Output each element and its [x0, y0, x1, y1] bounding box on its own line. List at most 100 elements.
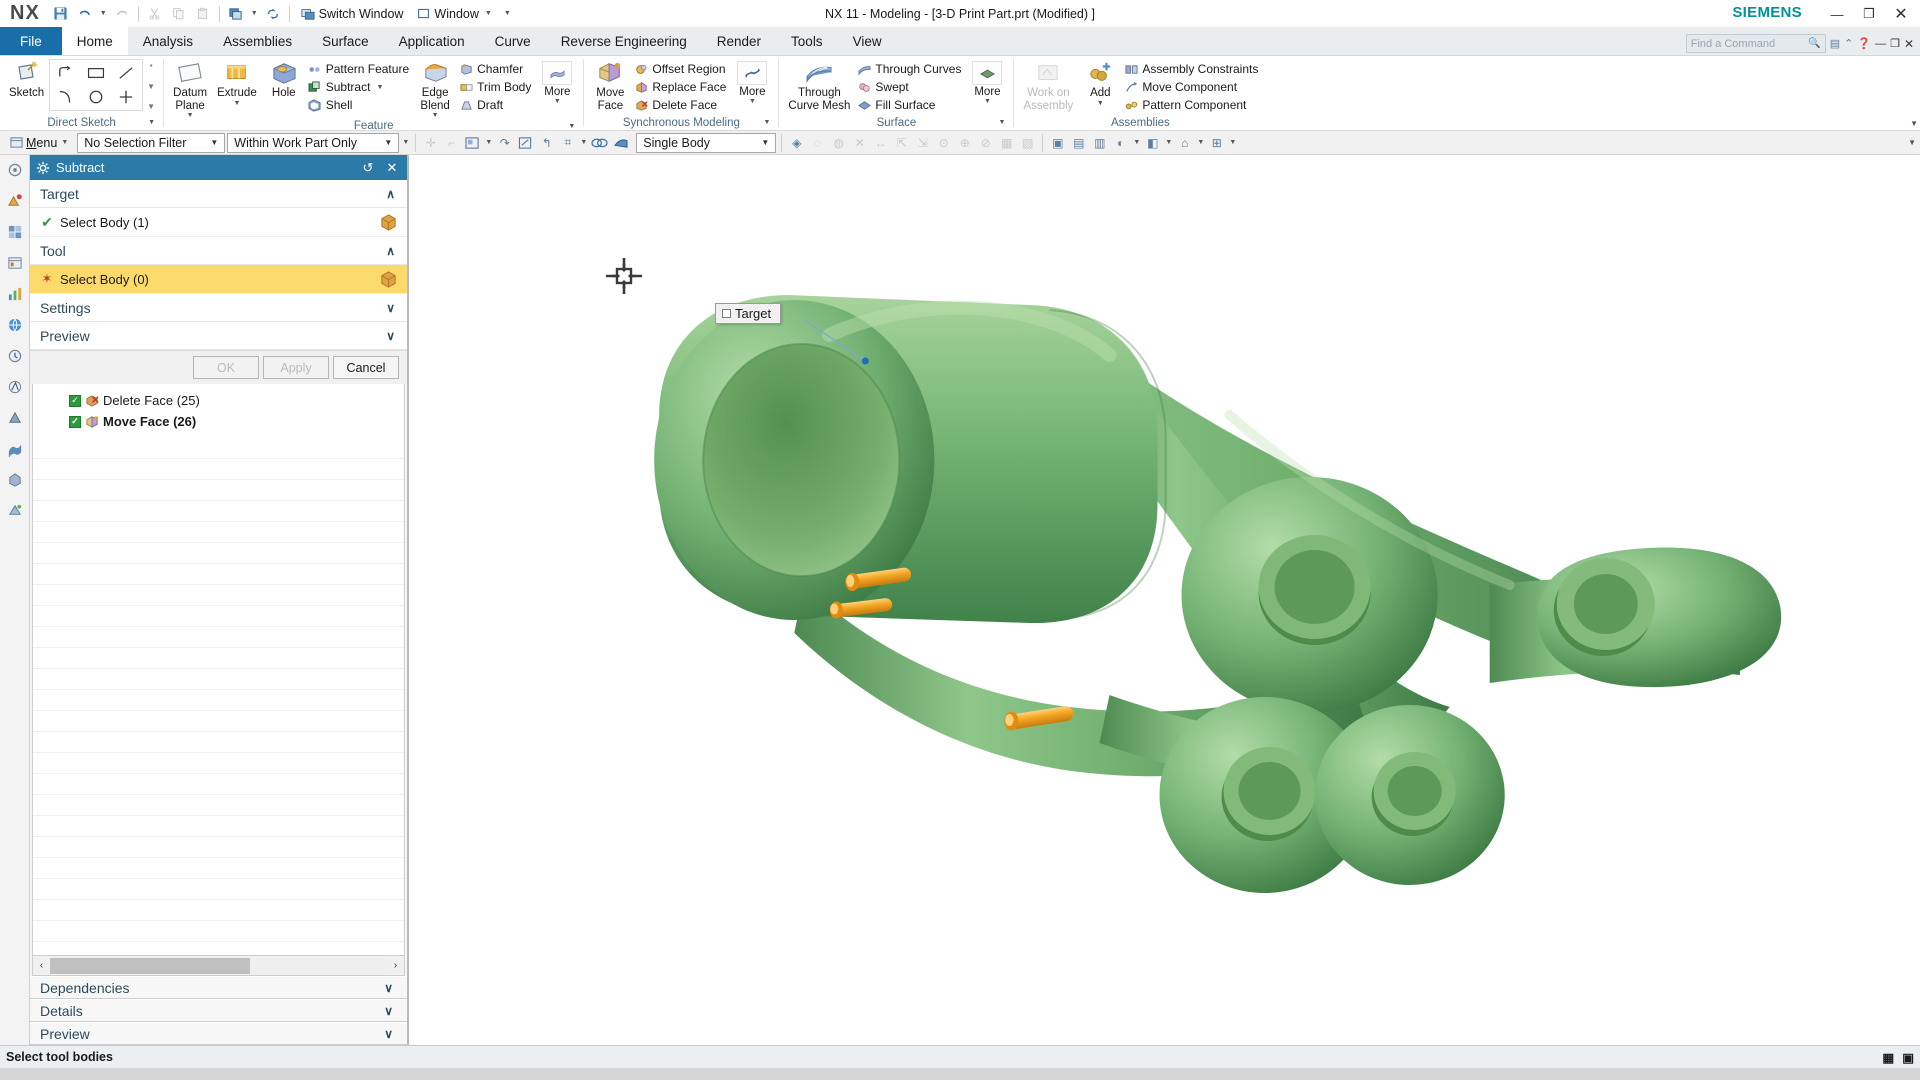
target-select-body-row[interactable]: ✔ Select Body (1) [30, 208, 407, 237]
tab-home[interactable]: Home [62, 27, 128, 55]
highlight-hidden-icon[interactable] [611, 133, 630, 153]
add-component-button[interactable]: Add ▼ [1078, 59, 1122, 108]
web-browser-icon[interactable] [3, 314, 27, 336]
body-scope-combo[interactable]: Single Body ▼ [636, 133, 776, 153]
ribbon-overflow-icon[interactable]: ▼ [1910, 119, 1918, 128]
direct-sketch-expand-icon[interactable]: ▼ [148, 119, 155, 126]
system-materials-icon[interactable] [3, 469, 27, 491]
extrude-dropdown-icon[interactable]: ▼ [233, 100, 240, 107]
close-icon[interactable]: ✕ [383, 160, 401, 176]
tool-select-body-row[interactable]: ✶ Select Body (0) [30, 265, 407, 294]
surface-expand-icon[interactable]: ▼ [999, 119, 1006, 126]
stop-at-intersection-icon[interactable] [516, 133, 535, 153]
point-icon[interactable] [111, 85, 141, 109]
subtract-button[interactable]: Subtract ▼ [306, 78, 413, 96]
doc-restore-button[interactable]: ❐ [1890, 37, 1900, 50]
visibility-icon[interactable]: ◈ [787, 133, 806, 153]
edge-blend-button[interactable]: Edge Blend ▼ [413, 59, 457, 120]
pattern-feature-button[interactable]: Pattern Feature [306, 60, 413, 78]
ribbon-collapse-icon[interactable]: ⌃ [1844, 37, 1853, 50]
view-section-dropdown-icon[interactable]: ▼ [1228, 139, 1237, 146]
target-select-body-icon[interactable] [377, 211, 399, 233]
delete-face-button[interactable]: Delete Face [632, 96, 730, 114]
replace-face-button[interactable]: Replace Face [632, 78, 730, 96]
selbar-overflow-icon[interactable]: ▼ [1908, 138, 1916, 147]
dependencies-section[interactable]: Dependencies ∨ [30, 976, 407, 999]
sketch-more-triangles[interactable]: ▪▼▼ [143, 59, 159, 111]
sketch-button[interactable]: Sketch [4, 59, 49, 101]
selection-filter-chevron-down-icon[interactable]: ▼ [206, 134, 222, 152]
feature-expand-icon[interactable]: ▼ [568, 123, 575, 130]
edge-blend-dropdown-icon[interactable]: ▼ [432, 112, 439, 119]
tool-section-chevron-up-icon[interactable]: ∧ [386, 244, 395, 258]
cad-model-render[interactable] [409, 155, 1920, 1045]
subtract-dropdown-icon[interactable]: ▼ [376, 84, 383, 91]
restore-button[interactable]: ❐ [1854, 2, 1884, 26]
tree-horizontal-scrollbar[interactable]: ‹ › [32, 956, 405, 976]
apply-button[interactable]: Apply [263, 356, 329, 379]
delete-face-checkbox[interactable]: ✓ [69, 395, 81, 407]
graphics-viewport[interactable]: Target [408, 155, 1920, 1045]
tab-curve[interactable]: Curve [480, 27, 546, 55]
pattern-component-button[interactable]: Pattern Component [1122, 96, 1262, 114]
body-scope-chevron-down-icon[interactable]: ▼ [757, 134, 773, 152]
doc-minimize-button[interactable]: — [1875, 38, 1886, 50]
extrude-button[interactable]: Extrude ▼ [212, 59, 262, 108]
orient-view-icon[interactable]: ⌂ [1175, 133, 1194, 153]
datum-plane-dropdown-icon[interactable]: ▼ [187, 112, 194, 119]
selection-scope-chevron-down-icon[interactable]: ▼ [380, 134, 396, 152]
undo-dropdown-icon[interactable]: ▼ [98, 10, 109, 17]
table-row[interactable]: ✓ Delete Face (25) [33, 390, 404, 411]
system-scene-icon[interactable] [3, 438, 27, 460]
tab-analysis[interactable]: Analysis [128, 27, 208, 55]
shaded-with-edges-icon[interactable]: ▣ [1048, 133, 1067, 153]
cancel-button[interactable]: Cancel [333, 356, 399, 379]
scroll-right-icon[interactable]: › [387, 957, 404, 975]
part-navigator-icon[interactable] [3, 221, 27, 243]
find-command-input[interactable]: Find a Command 🔍 [1686, 34, 1826, 53]
process-studio-icon[interactable] [3, 376, 27, 398]
help-icon[interactable]: ❓ [1857, 37, 1871, 50]
window-menu-button[interactable]: Window ▼ [411, 0, 499, 27]
surface-more-button[interactable]: More ▼ [965, 59, 1009, 105]
part-navigator-tree[interactable]: ✓ Delete Face (25) ✓ Move Face (26) [32, 384, 405, 956]
draft-button[interactable]: Draft [457, 96, 535, 114]
bounding-box-icon[interactable]: ⌗ [558, 133, 577, 153]
target-section-chevron-up-icon[interactable]: ∧ [386, 187, 395, 201]
tab-application[interactable]: Application [384, 27, 480, 55]
sync-more-dropdown-icon[interactable]: ▼ [749, 98, 756, 105]
curve-rule-icon[interactable]: ↷ [495, 133, 514, 153]
bounding-box-dropdown-icon[interactable]: ▼ [579, 139, 588, 146]
history-icon[interactable] [3, 345, 27, 367]
ribbon-display-icon[interactable]: ▤ [1830, 37, 1840, 50]
preview-chevron-down-icon[interactable]: ∨ [384, 1027, 393, 1041]
assembly-constraints-button[interactable]: Assembly Constraints [1122, 60, 1262, 78]
circle-icon[interactable] [81, 85, 111, 109]
selection-scope-combo[interactable]: Within Work Part Only ▼ [227, 133, 399, 153]
static-wireframe-icon[interactable]: ▥ [1090, 133, 1109, 153]
view-section-icon[interactable]: ⊞ [1207, 133, 1226, 153]
window-menu-dropdown-icon[interactable]: ▼ [483, 10, 494, 17]
tab-tools[interactable]: Tools [776, 27, 838, 55]
tab-view[interactable]: View [838, 27, 897, 55]
tab-file[interactable]: File [0, 27, 62, 55]
scroll-left-icon[interactable]: ‹ [33, 957, 50, 975]
qat-overflow-icon[interactable]: ▼ [502, 10, 513, 17]
tool-section-header[interactable]: Tool ∧ [30, 237, 407, 265]
refresh-icon[interactable] [262, 3, 284, 25]
details-section[interactable]: Details ∨ [30, 999, 407, 1022]
minimize-button[interactable]: — [1822, 2, 1852, 26]
dependencies-chevron-down-icon[interactable]: ∨ [384, 981, 393, 995]
shell-button[interactable]: Shell [306, 96, 413, 114]
face-finder-dropdown-icon[interactable]: ▼ [484, 139, 493, 146]
role-icon[interactable] [3, 407, 27, 429]
details-chevron-down-icon[interactable]: ∨ [384, 1004, 393, 1018]
dialog-preview-section-header[interactable]: Preview ∨ [30, 322, 407, 350]
through-curves-button[interactable]: Through Curves [855, 60, 965, 78]
table-row[interactable]: ✓ Move Face (26) [33, 411, 404, 432]
dialog-preview-section-chevron-down-icon[interactable]: ∨ [386, 329, 395, 343]
follow-fillet-icon[interactable]: ↰ [537, 133, 556, 153]
surface-more-dropdown-icon[interactable]: ▼ [984, 98, 991, 105]
offset-region-button[interactable]: Offset Region [632, 60, 730, 78]
render-style-dropdown-icon[interactable]: ▼ [1132, 139, 1141, 146]
